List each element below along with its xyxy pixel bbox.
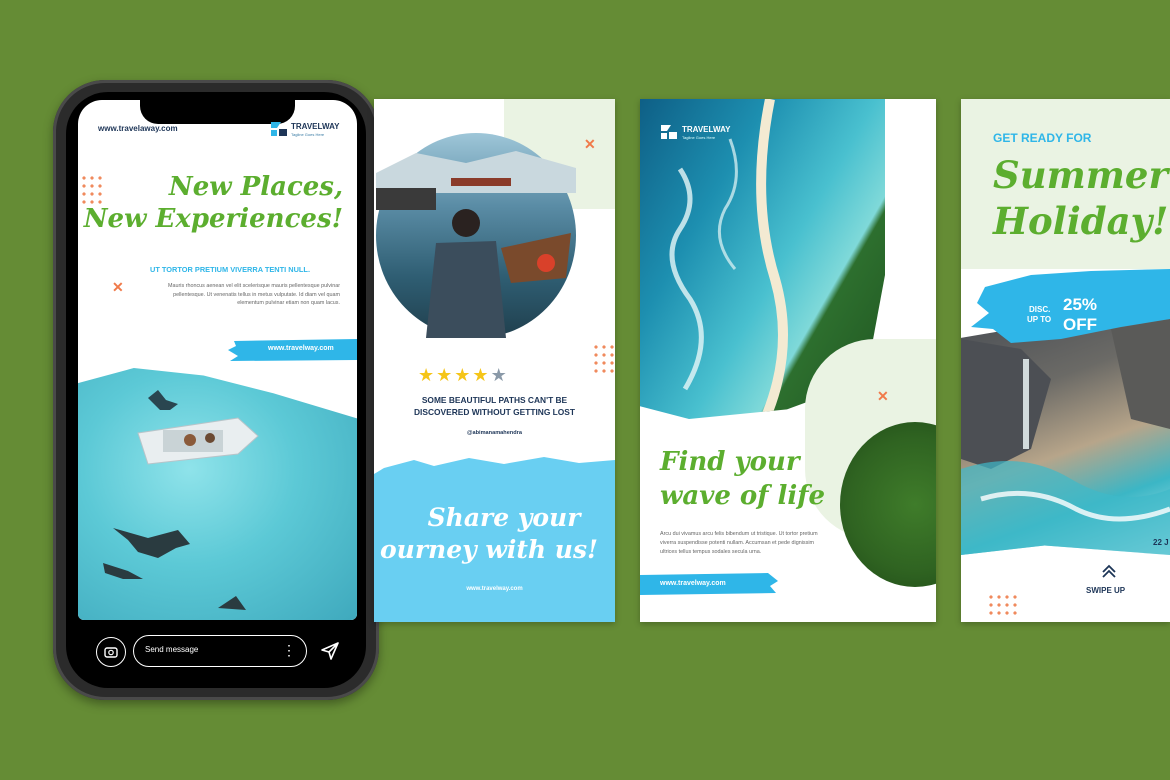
star-icon: ★ <box>436 365 455 385</box>
phone-mockup: www.travelaway.com TRAVELWAY Tagline Goe… <box>53 80 379 700</box>
swipe-up-button[interactable]: SWIPE UP <box>1079 564 1139 598</box>
send-icon[interactable] <box>320 641 340 661</box>
body-text: Arcu dui vivamus arcu felis bibendum ut … <box>660 531 818 555</box>
brand-tagline: Tagline Goes Here <box>291 132 325 137</box>
send-message-placeholder: Send message <box>145 645 199 654</box>
phone-screen: www.travelaway.com TRAVELWAY Tagline Goe… <box>66 92 366 688</box>
url-banner-text: www.travelway.com <box>268 345 334 352</box>
beach-photo <box>961 319 1170 555</box>
story-card-wave: TRAVELWAY Tagline Goes Here ✕ Find your … <box>640 99 936 622</box>
camera-icon <box>104 647 118 658</box>
star-icon: ★ <box>418 365 437 385</box>
headline-line-1: Find your <box>660 447 800 477</box>
waterfall-cliff-illustration <box>961 319 1170 555</box>
website-label: www.travelaway.com <box>98 124 178 133</box>
brand-name: TRAVELWAY <box>291 122 340 131</box>
decor-dots <box>592 343 615 375</box>
card3-url: www.travelway.com <box>660 580 726 587</box>
discount-value: 25% <box>1063 295 1098 314</box>
boat-sea-photo <box>78 368 357 620</box>
story-card-share: ✕ ★★★★★ SOME BEAUTIFUL PATHS CAN'T BE DI… <box>374 99 615 622</box>
swipe-up-label: SWIPE UP <box>1086 586 1126 595</box>
more-dots-icon[interactable]: ⋮ <box>282 640 296 660</box>
decor-dots <box>80 174 102 204</box>
man-lake-photo <box>376 133 576 338</box>
boat-and-sharks-illustration <box>103 390 259 610</box>
star-icon: ★ <box>454 365 473 385</box>
decor-dots <box>987 593 1021 617</box>
brand-logo <box>660 123 678 141</box>
headline-line-2: wave of life <box>660 481 825 511</box>
card2-url: www.travelway.com <box>466 586 523 592</box>
man-on-dock-illustration <box>376 151 576 338</box>
story-card-summer: GET READY FOR Summer Holiday! DISC. UP T… <box>961 99 1170 622</box>
travelway-logo-icon <box>271 122 287 136</box>
star-icon: ★ <box>472 365 491 385</box>
handle: @abimanamahendra <box>467 430 522 436</box>
cross-icon: ✕ <box>877 388 889 404</box>
quote-line-1: SOME BEAUTIFUL PATHS CAN'T BE <box>421 395 568 405</box>
brand-name: TRAVELWAY <box>682 125 731 134</box>
disc-label-2: UP TO <box>1027 315 1052 324</box>
cross-icon: ✕ <box>584 136 596 152</box>
chevron-up-icon <box>1102 564 1116 578</box>
headline-line-2: Holiday! <box>993 199 1169 243</box>
send-message-input[interactable]: Send message ⋮ <box>133 635 307 667</box>
travelway-logo-icon <box>661 125 677 139</box>
camera-button[interactable] <box>96 637 126 667</box>
story-content: www.travelaway.com TRAVELWAY Tagline Goe… <box>78 100 357 620</box>
headline-line-1: New Places, <box>168 172 343 202</box>
brand-logo <box>270 120 288 138</box>
body-text: Mauris rhoncus aenean vel elit scelerisq… <box>168 283 340 306</box>
cross-icon: ✕ <box>112 279 124 295</box>
discount-off: OFF <box>1063 315 1097 334</box>
kicker: GET READY FOR <box>993 131 1092 145</box>
canvas: { "colors": {"background":"#658c35","gre… <box>0 0 1170 780</box>
headline-line-1: Summer <box>993 153 1168 197</box>
subheading: UT TORTOR PRETIUM VIVERRA TENTI NULL. <box>150 265 310 274</box>
star-rating: ★★★★★ <box>418 365 509 386</box>
date-label: 22 J <box>1153 538 1169 547</box>
cta-line-2: ourney with us! <box>380 535 599 564</box>
brand-tagline: Tagline Goes Here <box>682 135 716 140</box>
quote-line-2: DISCOVERED WITHOUT GETTING LOST <box>414 407 575 417</box>
headline-line-2: New Experiences! <box>83 204 343 234</box>
star-icon: ★ <box>490 365 509 385</box>
disc-label-1: DISC. <box>1029 305 1051 314</box>
cta-line-1: Share your <box>427 503 581 532</box>
